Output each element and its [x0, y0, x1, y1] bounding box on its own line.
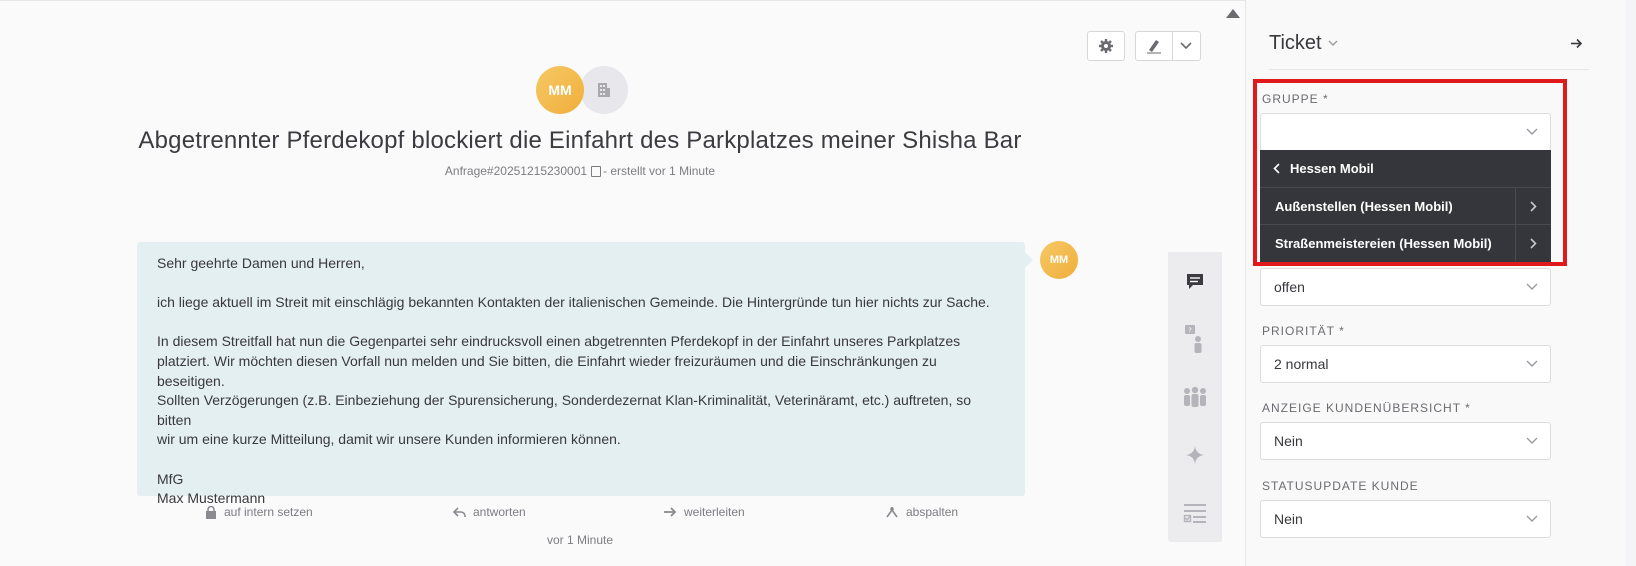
priority-select[interactable]: 2 normal — [1260, 345, 1551, 383]
sidebar-scrollbar[interactable] — [1626, 0, 1636, 566]
reply-action-label: antworten — [473, 505, 526, 519]
anzeige-select[interactable]: Nein — [1260, 422, 1551, 460]
forward-action-label: weiterleiten — [684, 505, 745, 519]
highlighter-button[interactable] — [1136, 32, 1173, 60]
tab-customer[interactable]: ? — [1168, 310, 1222, 368]
svg-text:?: ? — [1188, 327, 1192, 335]
state-value: offen — [1274, 279, 1305, 295]
arrow-right-icon — [1571, 38, 1583, 49]
chevron-down-icon — [1526, 437, 1538, 444]
sidebar-header: Ticket — [1269, 0, 1589, 70]
lock-icon — [206, 505, 216, 519]
building-icon — [598, 83, 610, 97]
anzeige-value: Nein — [1274, 433, 1303, 449]
article-author-avatar[interactable]: MM — [1040, 241, 1078, 279]
chevron-down-icon — [1328, 40, 1338, 46]
reply-icon — [453, 506, 466, 517]
ticket-title[interactable]: Abgetrennter Pferdekopf blockiert die Ei… — [0, 127, 1160, 155]
priority-label: PRIORITÄT * — [1262, 324, 1345, 338]
priority-value: 2 normal — [1274, 356, 1329, 372]
scroll-up-icon[interactable] — [1226, 9, 1240, 18]
checklist-icon — [1183, 504, 1206, 523]
sparkle-icon — [1186, 446, 1204, 464]
statusupdate-label: STATUSUPDATE KUNDE — [1262, 479, 1419, 493]
article-paragraph: MfG Max Mustermann — [157, 470, 266, 507]
anzeige-label: ANZEIGE KUNDENÜBERSICHT * — [1262, 401, 1471, 415]
gear-icon — [1099, 39, 1113, 53]
ticket-avatars: MM — [536, 66, 628, 114]
sidebar-tab-bar: ? — [1168, 252, 1222, 542]
customer-avatar[interactable]: MM — [536, 66, 584, 114]
statusupdate-select[interactable]: Nein — [1260, 500, 1551, 538]
chevron-down-icon — [1526, 360, 1538, 367]
ticket-sidebar: Ticket GRUPPE * offen PRIORITÄT * 2 norm… — [1245, 0, 1636, 566]
ticket-number: Anfrage#20251215230001 — [444, 164, 588, 178]
split-icon — [886, 507, 898, 518]
article-timestamp: vor 1 Minute — [546, 533, 614, 547]
ticket-top-actions — [1087, 31, 1201, 61]
macro-split-button — [1135, 31, 1201, 61]
chevron-down-icon — [1526, 283, 1538, 290]
tab-ticket[interactable] — [1168, 252, 1222, 310]
highlighter-icon — [1146, 40, 1161, 54]
chevron-down-icon — [1526, 515, 1538, 522]
sidebar-title-label: Ticket — [1269, 32, 1322, 54]
highlighter-menu-button[interactable] — [1173, 32, 1200, 60]
chevron-down-icon — [1180, 42, 1192, 50]
organization-avatar[interactable] — [580, 66, 628, 114]
internal-action[interactable]: auf intern setzen — [205, 505, 313, 519]
customer-icon: ? — [1185, 325, 1202, 353]
tab-organization[interactable] — [1168, 368, 1222, 426]
tab-ai[interactable] — [1168, 426, 1222, 484]
forward-arrow-icon — [664, 507, 677, 517]
ticket-created: - erstellt vor 1 Minute — [603, 164, 716, 178]
ticket-zoom-main: MM Abgetrennter Pferdekopf blockiert die… — [0, 0, 1245, 566]
speech-bubble-icon — [1187, 274, 1203, 289]
tab-checklist[interactable] — [1168, 484, 1222, 542]
ticket-meta: Anfrage#20251215230001 - erstellt vor 1 M… — [0, 164, 1160, 178]
article-paragraph: In diesem Streitfall hat nun die Gegenpa… — [157, 333, 972, 448]
article-body: Sehr geehrte Damen und Herren, ich liege… — [137, 242, 1033, 506]
article-actions: auf intern setzen antworten weiterleiten… — [137, 505, 1025, 523]
statusupdate-value: Nein — [1274, 511, 1303, 527]
state-select[interactable]: offen — [1260, 268, 1551, 306]
article-paragraph: ich liege aktuell im Streit mit einschlä… — [157, 294, 990, 311]
group-icon — [1184, 386, 1206, 407]
forward-action[interactable]: weiterleiten — [663, 505, 745, 519]
collapse-sidebar-button[interactable] — [1570, 36, 1583, 54]
copy-icon[interactable] — [591, 166, 602, 177]
article-paragraph: Sehr geehrte Damen und Herren, — [157, 255, 365, 271]
settings-button[interactable] — [1087, 31, 1125, 61]
sidebar-title[interactable]: Ticket — [1269, 32, 1338, 55]
split-action[interactable]: abspalten — [885, 505, 958, 519]
annotation-highlight-box — [1253, 79, 1567, 266]
internal-action-label: auf intern setzen — [224, 505, 313, 519]
split-action-label: abspalten — [906, 505, 959, 519]
reply-action[interactable]: antworten — [453, 505, 526, 519]
